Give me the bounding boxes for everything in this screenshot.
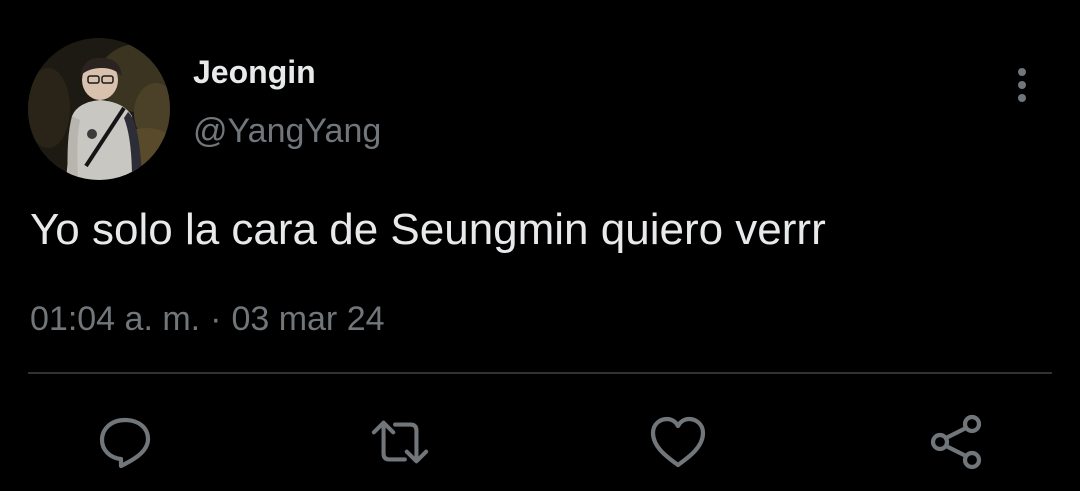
reply-icon <box>99 417 151 469</box>
tweet-time: 01:04 a. m. <box>30 300 201 338</box>
tweet-text: Yo solo la cara de Seungmin quiero verrr <box>30 205 826 254</box>
tweet-card: Jeongin @YangYang Yo solo la cara de Seu… <box>0 0 1080 491</box>
meta-separator: · <box>210 300 222 338</box>
like-button[interactable] <box>648 412 708 472</box>
display-name[interactable]: Jeongin <box>193 54 316 91</box>
retweet-button[interactable] <box>370 412 430 472</box>
tweet-date: 03 mar 24 <box>231 300 385 338</box>
divider <box>28 372 1052 374</box>
avatar[interactable] <box>28 38 170 180</box>
more-vertical-icon <box>1018 68 1026 102</box>
retweet-icon <box>371 420 429 464</box>
handle[interactable]: @YangYang <box>193 112 381 151</box>
share-icon <box>930 414 982 470</box>
reply-button[interactable] <box>95 412 155 472</box>
heart-icon <box>650 416 706 468</box>
more-options-button[interactable] <box>1006 64 1038 106</box>
share-button[interactable] <box>926 412 986 472</box>
tweet-timestamp[interactable]: 01:04 a. m. · 03 mar 24 <box>30 300 385 339</box>
